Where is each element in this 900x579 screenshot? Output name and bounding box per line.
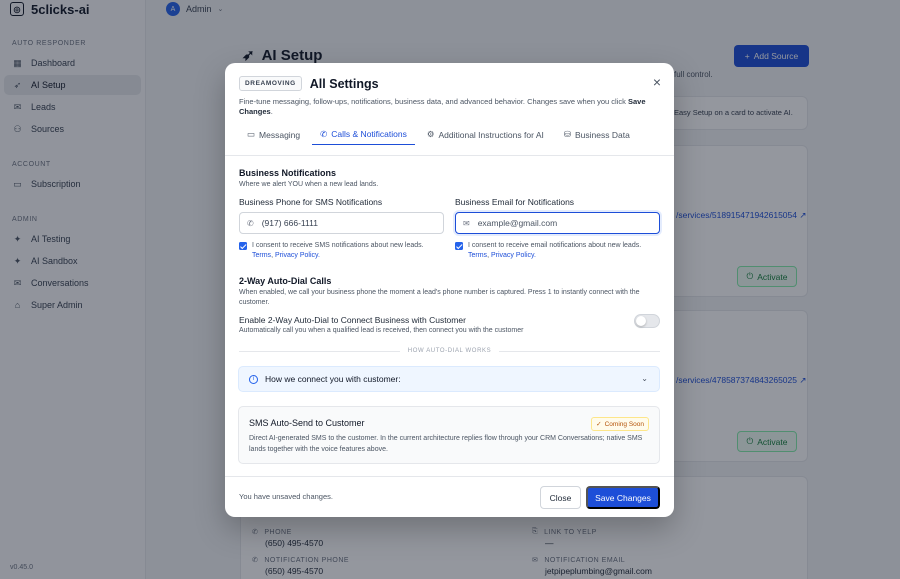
email-field-label: Business Email for Notifications xyxy=(455,197,575,207)
coming-soon-badge: ✓ Coming Soon xyxy=(591,417,649,431)
unsaved-changes-text: You have unsaved changes. xyxy=(239,492,333,501)
tab-calls-notifications[interactable]: ✆ Calls & Notifications xyxy=(312,124,415,145)
gear-icon: ⚙ xyxy=(426,129,435,139)
privacy-policy-link[interactable]: Privacy Policy. xyxy=(491,252,536,259)
business-email-input[interactable]: ✉ example@gmail.com xyxy=(455,212,660,234)
email-consent-checkbox[interactable] xyxy=(455,242,463,250)
tab-label: Messaging xyxy=(259,129,301,140)
tab-label: Additional Instructions for AI xyxy=(438,129,544,140)
business-email-placeholder: example@gmail.com xyxy=(477,218,558,228)
coming-soon-text: Coming Soon xyxy=(604,420,644,428)
sms-card-title: SMS Auto-Send to Customer xyxy=(249,418,365,428)
divider-text: HOW AUTO-DIAL WORKS xyxy=(407,348,492,354)
consent-text: I consent to receive email notifications… xyxy=(468,242,642,249)
tab-additional-instructions[interactable]: ⚙ Additional Instructions for AI xyxy=(419,124,552,145)
modal-description: Fine-tune messaging, follow-ups, notific… xyxy=(239,97,649,117)
modal-title: All Settings xyxy=(309,76,379,91)
close-icon[interactable]: × xyxy=(653,75,661,89)
phone-icon: ✆ xyxy=(320,128,328,139)
settings-tabs: ▭ Messaging ✆ Calls & Notifications ⚙ Ad… xyxy=(239,124,660,145)
tab-business-data[interactable]: ⛁ Business Data xyxy=(556,124,638,145)
sms-card-description: Direct AI-generated SMS to the customer.… xyxy=(249,435,643,453)
business-badge: DREAMOVING xyxy=(239,76,302,91)
phone-field-label: Business Phone for SMS Notifications xyxy=(239,197,383,207)
section-subtitle-notifications: Where we alert YOU when a new lead lands… xyxy=(239,181,379,188)
email-consent: I consent to receive email notifications… xyxy=(455,241,660,261)
business-phone-input[interactable]: ✆ (917) 666-1111 xyxy=(239,212,444,234)
chevron-down-icon: ⌄ xyxy=(641,374,648,383)
section-subtitle-autodial: When enabled, we call your business phon… xyxy=(239,289,640,306)
close-button[interactable]: Close xyxy=(540,486,581,509)
check-icon: ✓ xyxy=(596,421,602,428)
mail-icon: ✉ xyxy=(463,218,470,228)
business-phone-value: (917) 666-1111 xyxy=(261,218,318,228)
tabs-divider xyxy=(225,155,674,156)
modal-description-text: Fine-tune messaging, follow-ups, notific… xyxy=(239,97,628,106)
autodial-toggle[interactable] xyxy=(634,314,660,328)
chat-icon: ▭ xyxy=(247,129,256,139)
accordion-title: How we connect you with customer: xyxy=(265,374,401,384)
database-icon: ⛁ xyxy=(563,129,571,139)
sms-consent: I consent to receive SMS notifications a… xyxy=(239,241,444,261)
sms-consent-checkbox[interactable] xyxy=(239,242,247,250)
sms-auto-send-card: SMS Auto-Send to Customer ✓ Coming Soon … xyxy=(238,406,660,464)
sms-consent-text: I consent to receive SMS notifications a… xyxy=(252,242,424,259)
email-consent-text: I consent to receive email notifications… xyxy=(468,242,642,259)
consent-text: I consent to receive SMS notifications a… xyxy=(252,242,424,249)
tab-label: Business Data xyxy=(574,129,630,140)
privacy-policy-link[interactable]: Privacy Policy. xyxy=(275,252,320,259)
info-icon: i xyxy=(249,374,258,384)
terms-link[interactable]: Terms xyxy=(468,252,487,259)
all-settings-modal: DREAMOVING All Settings × Fine-tune mess… xyxy=(225,63,674,517)
terms-link[interactable]: Terms xyxy=(252,252,271,259)
phone-icon: ✆ xyxy=(247,218,254,228)
modal-footer: You have unsaved changes. Close Save Cha… xyxy=(225,476,674,517)
how-autodial-works-divider: HOW AUTO-DIAL WORKS xyxy=(239,348,660,354)
tab-messaging[interactable]: ▭ Messaging xyxy=(239,124,308,145)
modal-header: DREAMOVING All Settings xyxy=(239,76,379,91)
autodial-enable-label: Enable 2-Way Auto-Dial to Connect Busine… xyxy=(239,315,466,325)
save-changes-button[interactable]: Save Changes xyxy=(586,486,660,509)
modal-description-end: . xyxy=(270,107,273,116)
section-title-autodial: 2-Way Auto-Dial Calls xyxy=(239,276,332,286)
tab-label: Calls & Notifications xyxy=(331,129,407,139)
how-we-connect-accordion[interactable]: i How we connect you with customer: ⌄ xyxy=(238,366,660,392)
autodial-enable-subtitle: Automatically call you when a qualified … xyxy=(239,327,524,334)
section-title-notifications: Business Notifications xyxy=(239,168,337,178)
